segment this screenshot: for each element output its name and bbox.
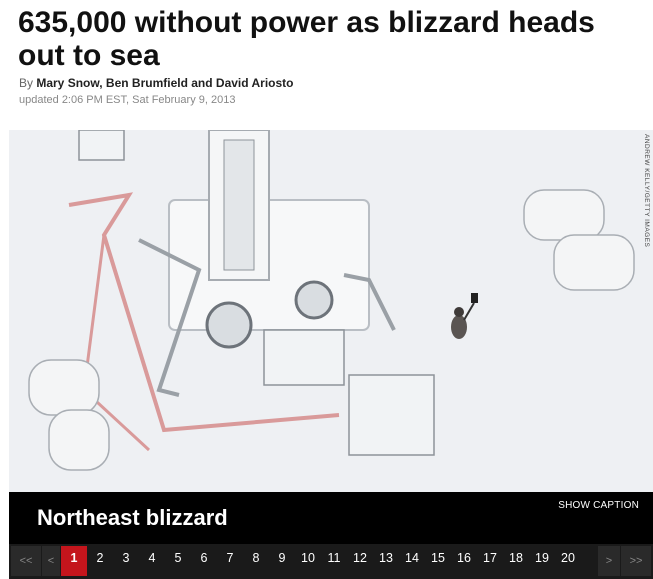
page-number-6[interactable]: 6 [191, 546, 217, 576]
page-number-4[interactable]: 4 [139, 546, 165, 576]
page-number-17[interactable]: 17 [477, 546, 503, 576]
page-number-2[interactable]: 2 [87, 546, 113, 576]
page-list: 1 2 3 4 5 6 7 8 9 10 11 12 13 14 15 16 17 18 19 20 [61, 546, 581, 576]
updated-timestamp: updated 2:06 PM EST, Sat February 9, 201… [19, 94, 236, 106]
article-headline: 635,000 without power as blizzard heads … [18, 6, 595, 72]
show-caption-button[interactable]: SHOW CAPTION [558, 500, 639, 511]
byline: By Mary Snow, Ben Brumfield and David Ar… [19, 76, 294, 90]
last-page-button[interactable]: >> [621, 546, 651, 576]
first-page-button[interactable]: << [11, 546, 41, 576]
page-number-1[interactable]: 1 [61, 546, 87, 576]
page-number-12[interactable]: 12 [347, 546, 373, 576]
page-number-8[interactable]: 8 [243, 546, 269, 576]
prev-page-button[interactable]: < [42, 546, 60, 576]
byline-authors[interactable]: Mary Snow, Ben Brumfield and David Arios… [36, 76, 293, 90]
gallery-photo[interactable]: ANDREW KELLY/GETTY IMAGES [9, 130, 653, 492]
page-number-19[interactable]: 19 [529, 546, 555, 576]
photo-credit: ANDREW KELLY/GETTY IMAGES [643, 134, 650, 248]
page-number-9[interactable]: 9 [269, 546, 295, 576]
page-number-14[interactable]: 14 [399, 546, 425, 576]
page-number-11[interactable]: 11 [321, 546, 347, 576]
gallery-title: Northeast blizzard [37, 505, 228, 530]
gallery-pager: << < 1 2 3 4 5 6 7 8 9 10 11 12 13 14 15 16 17 18 19 20 > >… [9, 544, 653, 579]
next-page-button[interactable]: > [598, 546, 620, 576]
page-number-7[interactable]: 7 [217, 546, 243, 576]
page-number-18[interactable]: 18 [503, 546, 529, 576]
page-number-15[interactable]: 15 [425, 546, 451, 576]
photo-gallery: ANDREW KELLY/GETTY IMAGES Northeast bliz… [9, 130, 653, 579]
snow-construction-site-image [9, 130, 653, 492]
byline-prefix: By [19, 76, 37, 90]
page-number-16[interactable]: 16 [451, 546, 477, 576]
page-number-3[interactable]: 3 [113, 546, 139, 576]
page-number-5[interactable]: 5 [165, 546, 191, 576]
page-number-13[interactable]: 13 [373, 546, 399, 576]
caption-bar: Northeast blizzard SHOW CAPTION [9, 492, 653, 544]
page-number-10[interactable]: 10 [295, 546, 321, 576]
page-number-20[interactable]: 20 [555, 546, 581, 576]
